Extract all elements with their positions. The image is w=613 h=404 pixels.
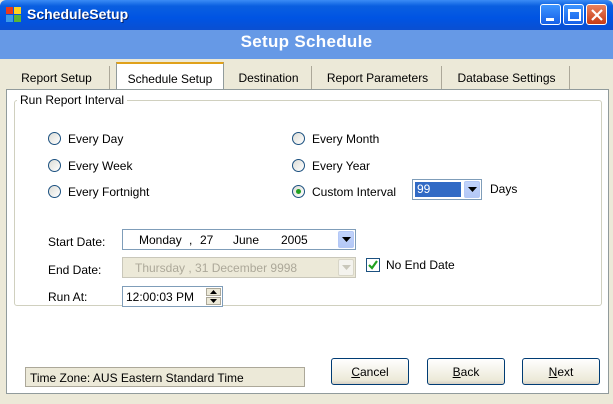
end-date-label: End Date: <box>48 263 102 277</box>
tab-database-settings[interactable]: Database Settings <box>444 66 570 89</box>
chevron-down-icon <box>468 187 477 192</box>
tab-strip: Report Setup Schedule Setup Destination … <box>0 62 613 90</box>
custom-interval-value[interactable]: 99 <box>415 182 461 197</box>
radio-label: Custom Interval <box>312 185 397 199</box>
maximize-icon <box>568 9 581 21</box>
tab-report-parameters[interactable]: Report Parameters <box>314 66 442 89</box>
start-year[interactable]: 2005 <box>281 233 308 247</box>
radio-circle[interactable] <box>292 132 305 145</box>
tab-destination[interactable]: Destination <box>226 66 312 89</box>
header-title: Setup Schedule <box>240 32 373 51</box>
back-button[interactable]: Back <box>427 358 505 385</box>
calendar-dropdown-button <box>338 259 354 276</box>
radio-selected-dot <box>296 189 301 194</box>
end-date-picker: Thursday , 31 December 9998 <box>122 257 356 278</box>
radio-label: Every Day <box>68 132 124 146</box>
minimize-icon <box>546 18 554 21</box>
radio-circle[interactable] <box>292 159 305 172</box>
cancel-accel: C <box>351 365 360 379</box>
timezone-status: Time Zone: AUS Eastern Standard Time <box>25 367 305 387</box>
minimize-button[interactable] <box>540 4 561 25</box>
back-label: ack <box>460 365 480 379</box>
radio-label: Every Fortnight <box>68 185 150 199</box>
start-date-picker[interactable]: Monday , 27 June 2005 <box>122 229 356 250</box>
checkmark-icon <box>368 260 378 270</box>
custom-interval-unit: Days <box>490 182 518 196</box>
run-at-label: Run At: <box>48 290 88 304</box>
spin-up-button[interactable] <box>206 288 221 296</box>
no-end-date-label: No End Date <box>386 258 455 272</box>
spin-down-button[interactable] <box>206 297 221 305</box>
spin-up-icon <box>210 290 217 294</box>
radio-circle[interactable] <box>292 185 305 198</box>
radio-circle[interactable] <box>48 132 61 145</box>
back-accel: B <box>452 365 461 379</box>
radio-label: Every Week <box>68 159 133 173</box>
custom-interval-select[interactable]: 99 <box>412 179 482 200</box>
cancel-label: ancel <box>359 365 389 379</box>
close-icon <box>591 9 603 21</box>
tab-schedule-setup[interactable]: Schedule Setup <box>116 62 224 90</box>
radio-circle[interactable] <box>48 159 61 172</box>
window-title: ScheduleSetup <box>27 6 129 22</box>
tab-report-setup[interactable]: Report Setup <box>4 66 110 89</box>
start-day[interactable]: Monday <box>139 233 182 247</box>
radio-label: Every Year <box>312 159 371 173</box>
app-icon <box>6 7 22 23</box>
start-date-sep: , <box>189 233 196 247</box>
start-month[interactable]: June <box>233 233 259 247</box>
close-button[interactable] <box>586 4 607 25</box>
spin-down-icon <box>210 299 217 303</box>
time-spinner[interactable] <box>206 288 221 305</box>
start-date-label: Start Date: <box>48 235 106 249</box>
radio-circle[interactable] <box>48 185 61 198</box>
end-date-value: Thursday , 31 December 9998 <box>135 261 298 275</box>
radio-label: Every Month <box>312 132 380 146</box>
run-at-value[interactable]: 12:00:03 PM <box>126 290 194 304</box>
title-bar[interactable]: ScheduleSetup <box>0 0 613 30</box>
start-date-num[interactable]: 27 <box>200 233 213 247</box>
maximize-button[interactable] <box>563 4 584 25</box>
next-label: ext <box>557 365 574 379</box>
no-end-date-checkbox[interactable] <box>366 258 380 272</box>
calendar-dropdown-button[interactable] <box>338 231 354 248</box>
next-button[interactable]: Next <box>522 358 600 385</box>
dropdown-button[interactable] <box>464 181 480 198</box>
cancel-button[interactable]: Cancel <box>331 358 409 385</box>
run-at-time-picker[interactable]: 12:00:03 PM <box>122 286 223 307</box>
chevron-down-icon <box>342 265 351 270</box>
chevron-down-icon <box>342 237 351 242</box>
group-title: Run Report Interval <box>17 93 128 107</box>
